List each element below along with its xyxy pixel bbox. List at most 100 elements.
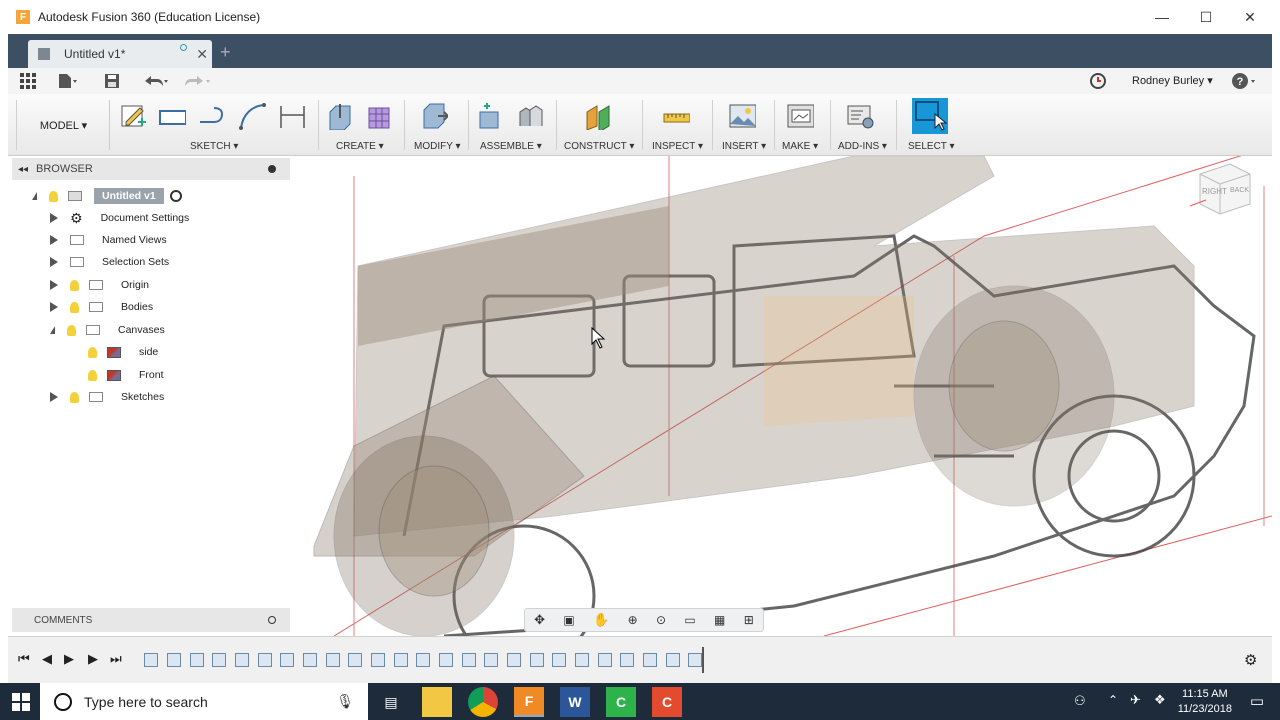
expand-triangle-icon[interactable] [50,392,58,402]
expand-triangle-icon[interactable] [50,280,58,290]
tree-root-node[interactable]: Untitled v1 [32,186,182,206]
expand-triangle-icon[interactable] [50,213,58,223]
timeline-feature-icon[interactable] [144,653,158,667]
fit-zoom-icon[interactable]: ⊙ [656,613,666,627]
timeline-feature-icon[interactable] [439,653,453,667]
tree-item-canvases[interactable]: Canvases [50,320,171,340]
timeline-feature-icon[interactable] [371,653,385,667]
pan-hand-icon[interactable]: ✋ [593,612,609,628]
minimize-button[interactable]: — [1140,0,1184,34]
timeline-feature-icon[interactable] [507,653,521,667]
measure-icon[interactable] [662,102,690,130]
tree-item-named-views[interactable]: Named Views [50,230,173,250]
job-status-clock-icon[interactable] [1090,73,1106,89]
modify-menu[interactable]: MODIFY ▾ [414,141,461,152]
jeep-model-scene[interactable] [294,156,1272,636]
extrude-icon[interactable] [326,102,354,130]
action-center-icon[interactable]: ▭ [1250,692,1264,710]
expand-triangle-icon[interactable] [50,302,58,312]
task-view-icon[interactable]: ▤ [376,687,406,717]
timeline-settings-gear-icon[interactable]: ⚙ [1244,651,1257,669]
timeline-marker[interactable] [702,647,704,673]
taskbar-search-box[interactable]: Type here to search 🎙 [40,683,368,720]
scripts-addins-icon[interactable] [846,102,874,130]
data-panel-grid-icon[interactable] [20,73,36,89]
file-menu-icon[interactable] [58,73,78,89]
tree-item-canvas-side[interactable]: side [88,342,164,362]
grid-settings-icon[interactable]: ▦ [714,613,725,627]
offset-plane-icon[interactable] [584,102,612,130]
visibility-bulb-icon[interactable] [88,346,97,358]
select-tool-icon[interactable] [912,98,948,134]
dropbox-icon[interactable]: ❖ [1154,692,1166,708]
select-menu[interactable]: SELECT ▾ [908,141,955,152]
line-icon[interactable] [198,102,226,130]
comments-panel-header[interactable]: COMMENTS [12,608,290,632]
maximize-button[interactable]: ☐ [1184,0,1228,34]
timeline-feature-icon[interactable] [530,653,544,667]
browser-header[interactable]: ◂◂ BROWSER [12,158,290,180]
timeline-feature-icon[interactable] [620,653,634,667]
redo-icon[interactable] [182,73,212,89]
timeline-feature-icon[interactable] [394,653,408,667]
timeline-feature-icon[interactable] [348,653,362,667]
viewcube[interactable]: RIGHT BACK [1186,156,1256,220]
timeline-feature-icon[interactable] [326,653,340,667]
network-icon[interactable]: ✈ [1130,692,1141,708]
new-tab-button[interactable]: + [220,42,231,63]
expand-triangle-icon[interactable] [50,257,58,267]
tree-item-origin[interactable]: Origin [50,275,155,295]
visibility-bulb-icon[interactable] [67,324,76,336]
viewports-icon[interactable]: ⊞ [744,613,754,627]
addins-menu[interactable]: ADD-INS ▾ [838,141,887,152]
tree-item-selection-sets[interactable]: Selection Sets [50,252,175,272]
timeline-prev-icon[interactable]: ◀ [42,651,52,667]
timeline-feature-icon[interactable] [643,653,657,667]
collapse-triangle-icon[interactable] [32,192,37,200]
close-button[interactable]: ✕ [1228,0,1272,34]
assemble-menu[interactable]: ASSEMBLE ▾ [480,141,542,152]
timeline-play-icon[interactable]: ▶ [64,651,74,667]
fusion360-taskbar-icon[interactable]: F [514,687,544,717]
insert-canvas-icon[interactable] [728,102,756,130]
viewcube-back-face[interactable]: BACK [1230,187,1249,194]
tray-up-arrow-icon[interactable]: ⌃ [1108,693,1118,707]
3d-print-icon[interactable] [786,102,814,130]
help-icon[interactable]: ? [1232,72,1258,90]
visibility-bulb-icon[interactable] [70,391,79,403]
timeline-feature-icon[interactable] [462,653,476,667]
camtasia-green-icon[interactable]: C [606,687,636,717]
timeline-last-icon[interactable]: ⏭ [110,651,122,667]
user-account-menu[interactable]: Rodney Burley ▾ [1132,74,1213,87]
taskbar-clock[interactable]: 11:15 AM 11/23/2018 [1178,687,1232,717]
close-tab-icon[interactable]: ✕ [196,46,208,63]
timeline-feature-icon[interactable] [235,653,249,667]
timeline-feature-icon[interactable] [416,653,430,667]
word-icon[interactable]: W [560,687,590,717]
timeline-first-icon[interactable]: ⏮ [18,651,30,667]
workspace-switcher[interactable]: MODEL ▾ [18,100,110,150]
zoom-icon[interactable]: ⊕ [628,613,638,627]
people-icon[interactable]: ⚇ [1074,693,1086,709]
timeline-feature-icon[interactable] [688,653,702,667]
save-icon[interactable] [104,73,120,89]
timeline-feature-icon[interactable] [575,653,589,667]
collapse-triangle-icon[interactable] [50,326,55,334]
visibility-bulb-icon[interactable] [49,190,58,202]
tree-item-document-settings[interactable]: ⚙ Document Settings [50,208,195,228]
viewcube-right-face[interactable]: RIGHT [1202,187,1227,196]
camtasia-recorder-icon[interactable]: C [652,687,682,717]
visibility-bulb-icon[interactable] [70,301,79,313]
canvas-viewport[interactable]: RIGHT BACK [294,156,1272,636]
press-pull-icon[interactable] [420,102,448,130]
browser-pin-icon[interactable] [268,165,276,173]
timeline-feature-icon[interactable] [484,653,498,667]
look-at-icon[interactable]: ▣ [563,613,574,627]
visibility-bulb-icon[interactable] [70,279,79,291]
timeline-feature-icon[interactable] [212,653,226,667]
visibility-bulb-icon[interactable] [88,369,97,381]
orbit-icon[interactable]: ✥ [534,612,545,628]
timeline-feature-icon[interactable] [598,653,612,667]
arc-icon[interactable] [238,102,266,130]
make-menu[interactable]: MAKE ▾ [782,141,818,152]
